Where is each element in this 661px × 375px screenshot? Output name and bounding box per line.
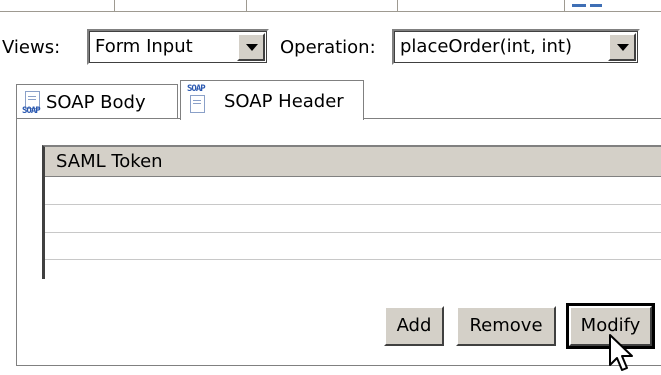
operation-dropdown-value: placeOrder(int, int) — [400, 36, 573, 57]
operation-label: Operation: — [280, 37, 376, 58]
tab-soap-header[interactable]: SOAP SOAP Header — [180, 80, 364, 120]
table-row[interactable] — [45, 232, 661, 233]
views-label: Views: — [2, 37, 61, 58]
column-header-saml-token: SAML Token — [56, 151, 163, 172]
operation-dropdown[interactable]: placeOrder(int, int) — [392, 29, 640, 65]
partial-blue-mark — [590, 4, 602, 7]
tab-label: SOAP Header — [224, 91, 344, 112]
remove-button[interactable]: Remove — [456, 306, 556, 346]
soap-body-icon: SOAP — [22, 91, 42, 117]
partial-blue-mark — [572, 4, 586, 7]
views-dropdown-value: Form Input — [95, 36, 193, 57]
tab-label: SOAP Body — [46, 92, 146, 113]
tab-soap-body[interactable]: SOAP SOAP Body — [16, 84, 178, 118]
top-divider-tick — [114, 0, 115, 12]
top-divider-tick — [564, 0, 565, 12]
table-header[interactable]: SAML Token — [45, 147, 661, 177]
table-row[interactable] — [45, 204, 661, 205]
top-divider-tick — [246, 0, 247, 12]
top-divider-tick — [397, 0, 398, 12]
chevron-down-icon[interactable] — [608, 33, 636, 61]
soap-header-icon: SOAP — [187, 84, 207, 113]
chevron-down-icon[interactable] — [237, 33, 265, 61]
views-dropdown[interactable]: Form Input — [87, 29, 269, 65]
add-button[interactable]: Add — [384, 306, 444, 346]
mouse-cursor-icon — [609, 334, 633, 371]
top-partial-strip — [0, 0, 661, 16]
saml-token-table[interactable]: SAML Token — [42, 145, 661, 279]
top-divider — [0, 11, 661, 12]
table-row[interactable] — [45, 259, 661, 260]
